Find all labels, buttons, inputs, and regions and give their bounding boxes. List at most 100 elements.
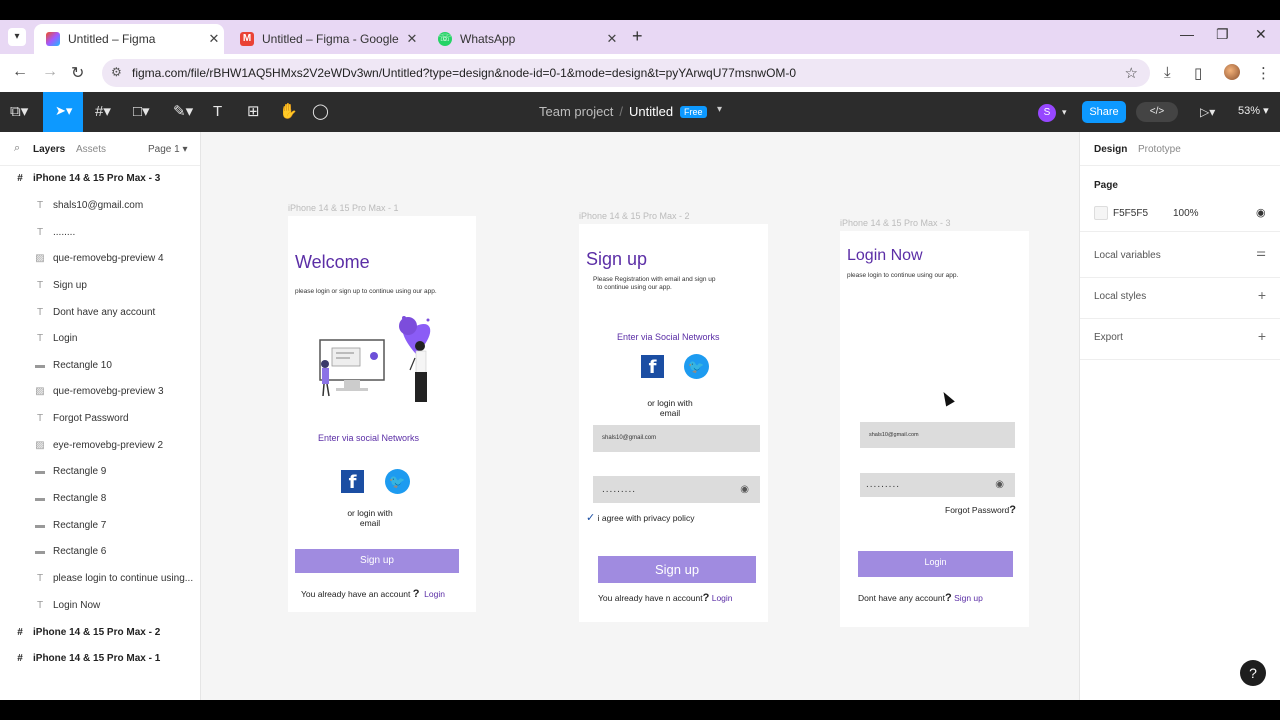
phone-frame-login[interactable]: Login Now please login to continue using… — [840, 231, 1029, 627]
layer-row[interactable]: T Sign up — [0, 276, 200, 296]
close-window-icon[interactable]: ✕ — [1255, 26, 1267, 43]
layer-row[interactable]: ▬ Rectangle 6 — [0, 542, 200, 562]
plus-icon[interactable]: + — [1258, 328, 1266, 344]
facebook-icon[interactable]: f — [341, 470, 364, 493]
url-field[interactable]: ⚙ figma.com/file/rBHW1AQ5HMxs2V2eWDv3wn/… — [102, 59, 1150, 87]
layer-row[interactable]: T Forgot Password — [0, 409, 200, 429]
new-tab-icon[interactable]: + — [632, 26, 643, 47]
layer-row[interactable]: ▬ Rectangle 8 — [0, 489, 200, 509]
local-variables-label[interactable]: Local variables — [1094, 250, 1161, 261]
layer-row[interactable]: ▬ Rectangle 7 — [0, 516, 200, 536]
search-icon[interactable]: ⌕ — [14, 142, 20, 155]
reload-icon[interactable]: ↻ — [71, 63, 84, 83]
page-opacity-value[interactable]: 100% — [1173, 208, 1199, 219]
layer-row[interactable]: # iPhone 14 & 15 Pro Max - 3 — [0, 169, 200, 189]
move-tool-button[interactable]: ➤▾ — [43, 92, 83, 132]
tab-whatsapp[interactable]: ☏ WhatsApp ✕ — [426, 24, 622, 54]
tab-layers[interactable]: Layers — [33, 144, 65, 155]
frame-label[interactable]: iPhone 14 & 15 Pro Max - 2 — [579, 211, 690, 221]
restore-icon[interactable]: ❐ — [1216, 26, 1229, 43]
login-button[interactable]: Login — [858, 551, 1013, 577]
layer-row[interactable]: T........ — [0, 223, 200, 243]
site-info-icon[interactable]: ⚙ — [111, 65, 122, 79]
help-button[interactable]: ? — [1240, 660, 1266, 686]
facebook-icon[interactable]: f — [641, 355, 664, 378]
checkmark-icon[interactable]: ✓ — [586, 512, 595, 524]
signup-button[interactable]: Sign up — [598, 556, 756, 583]
layer-row[interactable]: # iPhone 14 & 15 Pro Max - 1 — [0, 649, 200, 669]
chevron-down-icon[interactable]: ▾ — [717, 104, 722, 115]
bookmark-star-icon[interactable]: ☆ — [1125, 64, 1138, 82]
back-icon[interactable]: ← — [12, 63, 28, 81]
page-color-swatch[interactable] — [1094, 206, 1108, 220]
tab-figma[interactable]: Untitled – Figma ✕ — [34, 24, 224, 54]
download-icon[interactable]: ⤓ — [1164, 64, 1171, 81]
eye-icon[interactable]: ◉ — [1256, 206, 1266, 219]
tab-design[interactable]: Design — [1094, 144, 1127, 155]
phone-frame-welcome[interactable]: Welcome please login or sign up to conti… — [288, 216, 476, 612]
plus-icon[interactable]: + — [1258, 287, 1266, 303]
hand-tool-icon[interactable]: ✋ — [279, 92, 298, 132]
sliders-icon[interactable]: ⚌ — [1256, 246, 1266, 259]
layer-row[interactable]: ▨ eye-removebg-preview 2 — [0, 436, 200, 456]
login-link[interactable]: Login — [424, 589, 445, 599]
minimize-icon[interactable]: — — [1180, 26, 1194, 42]
layer-row[interactable]: Tplease login to continue using... — [0, 569, 200, 589]
forward-icon[interactable]: → — [42, 63, 58, 81]
login-link[interactable]: Login — [712, 593, 733, 603]
close-icon[interactable]: ✕ — [602, 31, 622, 47]
privacy-agree[interactable]: ✓ i agree with privacy policy — [586, 511, 694, 524]
signup-button[interactable]: Sign up — [295, 549, 459, 573]
layer-row[interactable]: T Login Now — [0, 596, 200, 616]
present-icon[interactable]: ▷▾ — [1200, 92, 1215, 132]
layer-row[interactable]: T Dont have any account — [0, 303, 200, 323]
page-color-value[interactable]: F5F5F5 — [1113, 208, 1148, 219]
comment-tool-icon[interactable]: ◯ — [312, 92, 329, 132]
layer-row[interactable]: ▬ Rectangle 9 — [0, 462, 200, 482]
page-selector[interactable]: Page 1 ▾ — [148, 144, 188, 155]
file-name[interactable]: Untitled — [629, 104, 673, 119]
tab-search-icon[interactable]: ▾ — [8, 28, 26, 46]
email-field[interactable]: shals10@gmail.com — [860, 422, 1015, 448]
share-button[interactable]: Share — [1082, 101, 1126, 123]
shape-tool-icon[interactable]: □▾ — [133, 92, 150, 132]
eye-slash-icon[interactable]: ◉ — [995, 473, 1005, 497]
frame-label[interactable]: iPhone 14 & 15 Pro Max - 3 — [840, 218, 951, 228]
side-panel-icon[interactable]: ▯ — [1194, 64, 1202, 82]
tab-prototype[interactable]: Prototype — [1138, 144, 1181, 155]
password-field[interactable]: ......... ◉ — [593, 476, 760, 503]
layer-row[interactable]: Tshals10@gmail.com — [0, 196, 200, 216]
resources-icon[interactable]: ⊞ — [247, 92, 260, 132]
chevron-down-icon[interactable]: ▾ — [1062, 92, 1067, 132]
close-icon[interactable]: ✕ — [204, 31, 224, 47]
forgot-password[interactable]: Forgot Password? — [945, 504, 1016, 516]
password-field[interactable]: ......... ◉ — [860, 473, 1015, 497]
pen-tool-icon[interactable]: ✎▾ — [173, 92, 193, 132]
layer-row[interactable]: # iPhone 14 & 15 Pro Max - 2 — [0, 623, 200, 643]
chrome-menu-icon[interactable]: ⋮ — [1256, 64, 1271, 82]
user-avatar[interactable]: S — [1038, 104, 1056, 122]
tab-gmail[interactable]: M Untitled – Figma - Google Chro ✕ — [228, 24, 422, 54]
zoom-level[interactable]: 53% ▾ — [1238, 104, 1269, 117]
figma-main-menu-icon[interactable]: ⧉▾ — [10, 92, 28, 132]
layer-row[interactable]: ▨ que-removebg-preview 3 — [0, 382, 200, 402]
close-icon[interactable]: ✕ — [402, 31, 422, 47]
profile-avatar[interactable] — [1224, 64, 1240, 80]
tab-assets[interactable]: Assets — [76, 144, 106, 155]
team-name[interactable]: Team project — [539, 104, 613, 119]
layer-row[interactable]: ▨ que-removebg-preview 4 — [0, 249, 200, 269]
address-bar: ← → ↻ ⚙ figma.com/file/rBHW1AQ5HMxs2V2eW… — [0, 54, 1280, 92]
layer-row[interactable]: T Login — [0, 329, 200, 349]
email-field[interactable]: shals10@gmail.com — [593, 425, 760, 452]
frame-label[interactable]: iPhone 14 & 15 Pro Max - 1 — [288, 203, 399, 213]
frame-tool-icon[interactable]: #▾ — [95, 92, 111, 132]
text-tool-icon[interactable]: T — [213, 92, 222, 132]
layer-row[interactable]: ▬ Rectangle 10 — [0, 356, 200, 376]
design-canvas[interactable]: iPhone 14 & 15 Pro Max - 1 Welcome pleas… — [201, 132, 1079, 700]
twitter-icon[interactable]: 🐦 — [385, 469, 410, 494]
eye-slash-icon[interactable]: ◉ — [740, 476, 750, 503]
dev-mode-toggle[interactable]: </> — [1136, 102, 1178, 122]
signup-link[interactable]: Sign up — [954, 593, 983, 603]
phone-frame-signup[interactable]: Sign up Please Registration with email a… — [579, 224, 768, 622]
twitter-icon[interactable]: 🐦 — [684, 354, 709, 379]
